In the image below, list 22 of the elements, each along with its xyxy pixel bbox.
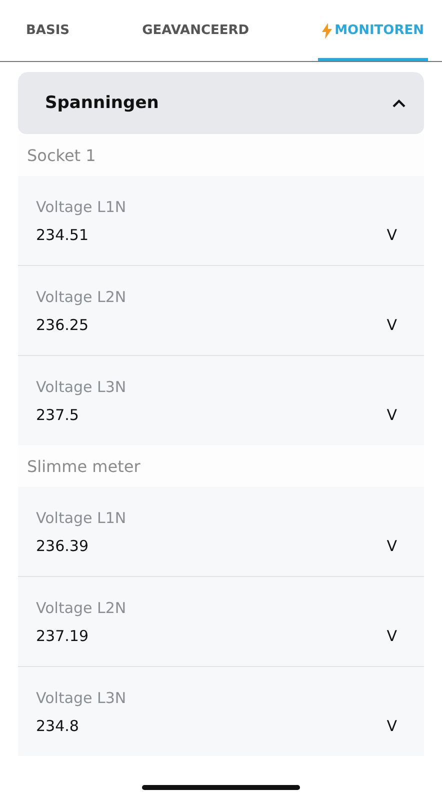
reading-label: Voltage L2N: [36, 288, 128, 306]
tab[interactable]: BASIS: [22, 0, 74, 61]
reading-unit: V: [386, 536, 397, 554]
reading-value: 237.19: [36, 626, 88, 644]
reading-label: Voltage L2N: [36, 598, 128, 616]
reading-unit: V: [386, 316, 397, 334]
reading-value: 236.25: [36, 316, 88, 334]
reading-label: Voltage L1N: [36, 198, 128, 216]
section-title: Spanningen: [45, 93, 159, 113]
reading-unit: V: [386, 226, 397, 244]
reading-label: Voltage L1N: [36, 508, 128, 526]
tab[interactable]: GEAVANCEERD: [138, 0, 254, 61]
reading-label: Voltage L3N: [36, 688, 128, 706]
reading-unit: V: [386, 626, 397, 644]
reading-value: 234.51: [36, 226, 88, 244]
section-header[interactable]: Spanningen: [18, 72, 424, 134]
reading-unit: V: [386, 716, 397, 734]
reading-label: Voltage L3N: [36, 378, 128, 396]
reading-value: 236.39: [36, 536, 88, 554]
reading-value: 237.5: [36, 406, 79, 424]
reading-unit: V: [386, 406, 397, 424]
reading-value: 234.8: [36, 716, 79, 734]
